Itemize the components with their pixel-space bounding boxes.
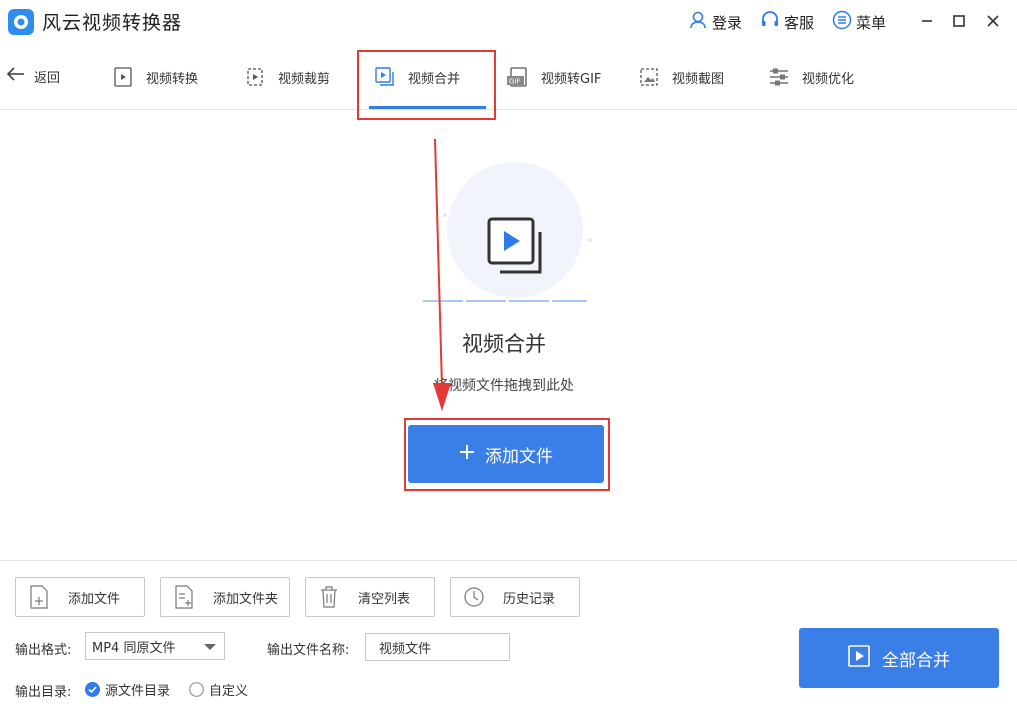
user-icon: [688, 10, 708, 34]
tab-video-gif[interactable]: GIF 视频转GIF: [505, 62, 601, 92]
tab-label: 视频转GIF: [541, 71, 602, 87]
back-label: 返回: [34, 70, 61, 86]
headset-icon: [760, 10, 780, 34]
history-button[interactable]: 历史记录: [450, 577, 580, 617]
add-file-icon: [28, 584, 50, 610]
radio-label: 自定义: [209, 684, 249, 699]
radio-label: 源文件目录: [105, 684, 171, 699]
tab-label: 视频截图: [672, 71, 725, 87]
output-name-label: 输出文件名称:: [267, 643, 350, 658]
radio-unchecked-icon: [189, 682, 204, 697]
trash-icon: [318, 584, 340, 610]
radio-checked-icon: [85, 682, 100, 697]
add-folder-icon: [173, 584, 195, 610]
add-file-button[interactable]: 添加文件: [15, 577, 145, 617]
close-icon[interactable]: [983, 11, 1003, 31]
chevron-down-icon: [204, 644, 216, 650]
radio-source-dir[interactable]: 源文件目录: [85, 680, 170, 699]
play-icon: [848, 644, 870, 672]
annotation-arrow: [433, 138, 451, 411]
drop-zone-hint: 将视频文件拖拽到此处: [434, 378, 574, 394]
video-convert-icon: [110, 64, 136, 90]
radio-custom-dir[interactable]: 自定义: [189, 680, 248, 699]
minimize-icon[interactable]: [917, 11, 937, 31]
optimize-icon: [766, 64, 792, 90]
tab-video-convert[interactable]: 视频转换: [110, 62, 198, 92]
merge-all-label: 全部合并: [882, 650, 950, 671]
output-format-label: 输出格式:: [15, 643, 72, 658]
video-crop-icon: [242, 64, 268, 90]
tab-video-screenshot[interactable]: 视频截图: [636, 62, 724, 92]
service-button[interactable]: 客服: [760, 10, 814, 34]
clock-icon: [463, 584, 485, 610]
tab-label: 视频转换: [146, 71, 199, 87]
clear-list-button[interactable]: 清空列表: [305, 577, 435, 617]
gif-icon: GIF: [505, 64, 531, 90]
add-folder-label: 添加文件夹: [213, 591, 279, 607]
maximize-icon[interactable]: [949, 11, 969, 31]
tab-video-optimize[interactable]: 视频优化: [766, 62, 854, 92]
menu-button[interactable]: 菜单: [832, 10, 886, 34]
tab-label: 视频优化: [802, 71, 855, 87]
bottom-divider: [0, 560, 1017, 561]
svg-text:GIF: GIF: [509, 78, 521, 86]
history-label: 历史记录: [503, 591, 556, 607]
menu-label: 菜单: [856, 13, 887, 32]
tab-video-crop[interactable]: 视频裁剪: [242, 62, 330, 92]
annotation-highlight-box: [404, 418, 610, 491]
output-format-select[interactable]: MP4 同原文件: [85, 632, 225, 660]
login-label: 登录: [712, 13, 743, 32]
back-button[interactable]: 返回: [6, 66, 60, 86]
tab-label: 视频裁剪: [278, 71, 331, 87]
app-logo-icon: [8, 9, 34, 35]
clear-list-label: 清空列表: [358, 591, 411, 607]
add-file-label: 添加文件: [68, 591, 121, 607]
output-name-input[interactable]: [365, 633, 510, 661]
annotation-highlight-box: [357, 50, 496, 120]
service-label: 客服: [784, 13, 815, 32]
menu-icon: [832, 10, 852, 34]
feature-nav: 返回 视频转换 视频裁剪 视频合并 GIF 视频转GIF 视频截图 视频优化: [0, 44, 1017, 120]
arrow-left-icon: [6, 66, 26, 86]
output-dir-label: 输出目录:: [15, 685, 72, 700]
add-folder-button[interactable]: 添加文件夹: [160, 577, 290, 617]
screenshot-icon: [636, 64, 662, 90]
output-format-value: MP4 同原文件: [92, 640, 176, 656]
app-title: 风云视频转换器: [42, 12, 183, 34]
merge-all-button[interactable]: 全部合并: [799, 628, 999, 688]
drop-zone-title: 视频合并: [462, 332, 546, 356]
title-bar: 风云视频转换器 登录 客服 菜单: [0, 0, 1017, 44]
login-button[interactable]: 登录: [688, 10, 742, 34]
